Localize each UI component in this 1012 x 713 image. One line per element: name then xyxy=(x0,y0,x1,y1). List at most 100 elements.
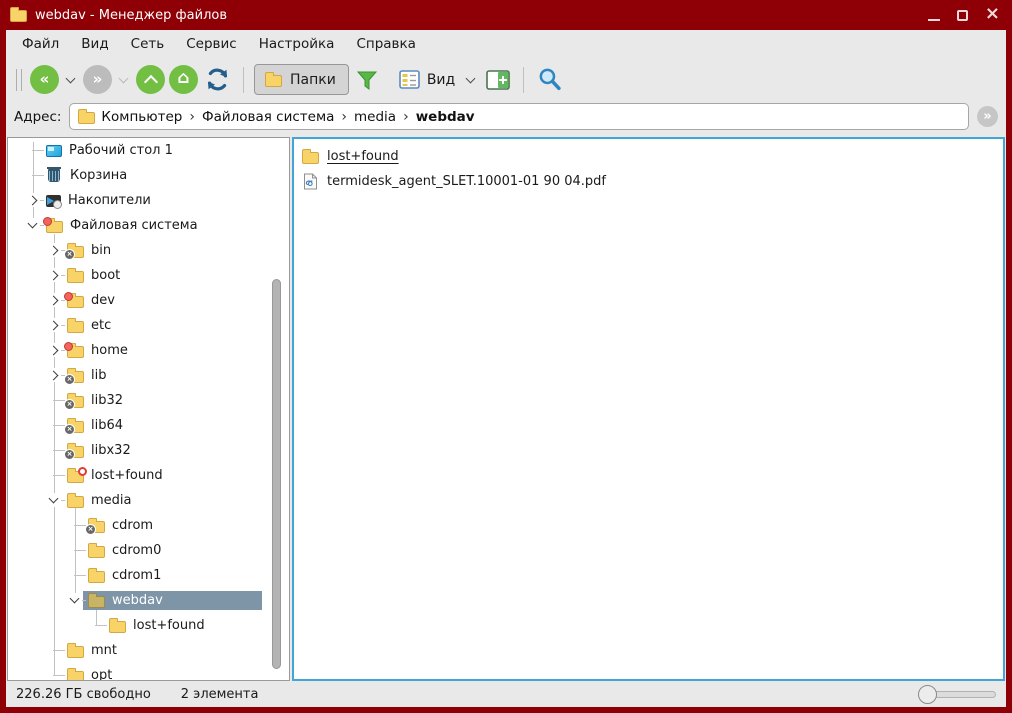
toolbar-separator-2 xyxy=(523,67,524,93)
tree-item-cdrom1[interactable]: cdrom1 xyxy=(8,563,289,588)
tree-item-opt[interactable]: opt xyxy=(8,663,289,681)
folder-icon xyxy=(88,596,105,608)
up-button[interactable] xyxy=(136,65,165,94)
tree-item-home[interactable]: home xyxy=(8,338,289,363)
folder-icon xyxy=(88,571,105,583)
expander-right-icon[interactable] xyxy=(47,343,61,357)
address-breadcrumb-field[interactable]: Компьютер › Файловая система › media › w… xyxy=(69,103,969,130)
forward-icon: » xyxy=(93,72,103,87)
tree-item-lib64[interactable]: lib64 xyxy=(8,413,289,438)
folder-icon xyxy=(302,152,319,164)
refresh-icon xyxy=(205,67,230,92)
zoom-slider-handle[interactable] xyxy=(918,685,937,704)
split-view-icon xyxy=(486,70,510,90)
menu-network[interactable]: Сеть xyxy=(121,32,175,56)
sidebar-scrollbar[interactable] xyxy=(272,279,281,669)
expander-down-icon[interactable] xyxy=(68,593,82,607)
tree-item-etc[interactable]: etc xyxy=(8,313,289,338)
menubar: Файл Вид Сеть Сервис Настройка Справка xyxy=(6,30,1006,58)
titlebar[interactable]: webdav - Менеджер файлов × xyxy=(0,0,1012,30)
expander-down-icon[interactable] xyxy=(26,218,40,232)
view-mode-icon xyxy=(399,70,420,89)
file-name: lost+found xyxy=(327,149,399,164)
tree-item-media[interactable]: media xyxy=(8,488,289,513)
window-title: webdav - Менеджер файлов xyxy=(35,8,227,23)
refresh-button[interactable] xyxy=(202,67,233,92)
zoom-slider-track[interactable] xyxy=(934,691,996,698)
tree-item-webdav-selected[interactable]: webdav xyxy=(8,588,289,613)
tree-item-boot[interactable]: boot xyxy=(8,263,289,288)
search-button[interactable] xyxy=(534,67,565,92)
breadcrumb-separator: › xyxy=(403,109,409,125)
view-mode-dropdown[interactable] xyxy=(463,72,479,88)
tree-item-filesystem[interactable]: Файловая система xyxy=(8,213,289,238)
view-mode-button[interactable]: Вид xyxy=(395,70,459,89)
folder-symlink-icon xyxy=(67,446,84,458)
back-button[interactable]: « xyxy=(30,65,59,94)
back-icon: « xyxy=(40,72,50,87)
sidebar-tree-panel: Рабочий стол 1 Корзина Накопители Файлов… xyxy=(7,137,290,681)
zoom-slider[interactable] xyxy=(918,685,996,704)
menu-view[interactable]: Вид xyxy=(71,32,118,56)
breadcrumb-computer[interactable]: Компьютер xyxy=(101,109,182,125)
toolbar-drag-handle[interactable] xyxy=(16,69,22,91)
folder-symlink-icon xyxy=(67,421,84,433)
tree-item-bin[interactable]: bin xyxy=(8,238,289,263)
forward-history-dropdown[interactable] xyxy=(116,72,132,88)
up-icon xyxy=(143,75,157,89)
menu-file[interactable]: Файл xyxy=(12,32,69,56)
window-body: Файл Вид Сеть Сервис Настройка Справка «… xyxy=(6,30,1006,707)
file-list-panel[interactable]: lost+found termidesk_agent_SLET.10001-01… xyxy=(292,137,1005,681)
drives-icon xyxy=(46,195,61,207)
home-button[interactable]: ⌂ xyxy=(169,65,198,94)
file-name: termidesk_agent_SLET.10001-01 90 04.pdf xyxy=(327,174,606,189)
folder-icon xyxy=(67,346,84,358)
tree-item-trash[interactable]: Корзина xyxy=(8,163,289,188)
expander-right-icon[interactable] xyxy=(47,268,61,282)
tree-item-lib32[interactable]: lib32 xyxy=(8,388,289,413)
tree-item-webdav-lost-found[interactable]: lost+found xyxy=(8,613,289,638)
file-row-termidesk-pdf[interactable]: termidesk_agent_SLET.10001-01 90 04.pdf xyxy=(302,169,995,194)
tree-item-cdrom0[interactable]: cdrom0 xyxy=(8,538,289,563)
expander-right-icon[interactable] xyxy=(47,293,61,307)
minimize-button[interactable] xyxy=(928,10,940,21)
filter-button[interactable] xyxy=(353,69,381,91)
maximize-button[interactable] xyxy=(957,10,968,21)
breadcrumb-media[interactable]: media xyxy=(354,109,396,125)
breadcrumb-webdav[interactable]: webdav xyxy=(416,109,475,125)
expander-right-icon[interactable] xyxy=(26,193,40,207)
breadcrumb-separator: › xyxy=(341,109,347,125)
window-folder-icon xyxy=(10,10,27,22)
tree-item-lib[interactable]: lib xyxy=(8,363,289,388)
menu-service[interactable]: Сервис xyxy=(176,32,246,56)
address-row: Адрес: Компьютер › Файловая система › me… xyxy=(6,101,1006,136)
folder-symlink-icon xyxy=(67,246,84,258)
folder-icon xyxy=(67,496,84,508)
back-history-dropdown[interactable] xyxy=(63,72,79,88)
file-row-lost-found[interactable]: lost+found xyxy=(302,144,995,169)
expander-right-icon[interactable] xyxy=(47,368,61,382)
folder-symlink-icon xyxy=(88,521,105,533)
split-view-button[interactable] xyxy=(483,70,513,90)
tree-item-drives[interactable]: Накопители xyxy=(8,188,289,213)
close-button[interactable]: × xyxy=(985,5,1000,23)
address-folder-icon xyxy=(78,112,95,124)
go-button[interactable]: » xyxy=(977,106,998,127)
menu-help[interactable]: Справка xyxy=(346,32,425,56)
go-icon: » xyxy=(983,109,991,124)
breadcrumb-filesystem[interactable]: Файловая система xyxy=(202,109,334,125)
expander-right-icon[interactable] xyxy=(47,318,61,332)
address-label: Адрес: xyxy=(14,109,61,125)
tree-item-mnt[interactable]: mnt xyxy=(8,638,289,663)
tree-item-dev[interactable]: dev xyxy=(8,288,289,313)
tree-item-lost-found[interactable]: lost+found xyxy=(8,463,289,488)
expander-right-icon[interactable] xyxy=(47,243,61,257)
tree-item-libx32[interactable]: libx32 xyxy=(8,438,289,463)
folders-toggle-button[interactable]: Папки xyxy=(254,64,349,95)
forward-button[interactable]: » xyxy=(83,65,112,94)
expander-down-icon[interactable] xyxy=(47,493,61,507)
folder-icon xyxy=(67,271,84,283)
menu-settings[interactable]: Настройка xyxy=(249,32,345,56)
tree-item-desktop[interactable]: Рабочий стол 1 xyxy=(8,138,289,163)
tree-item-cdrom[interactable]: cdrom xyxy=(8,513,289,538)
